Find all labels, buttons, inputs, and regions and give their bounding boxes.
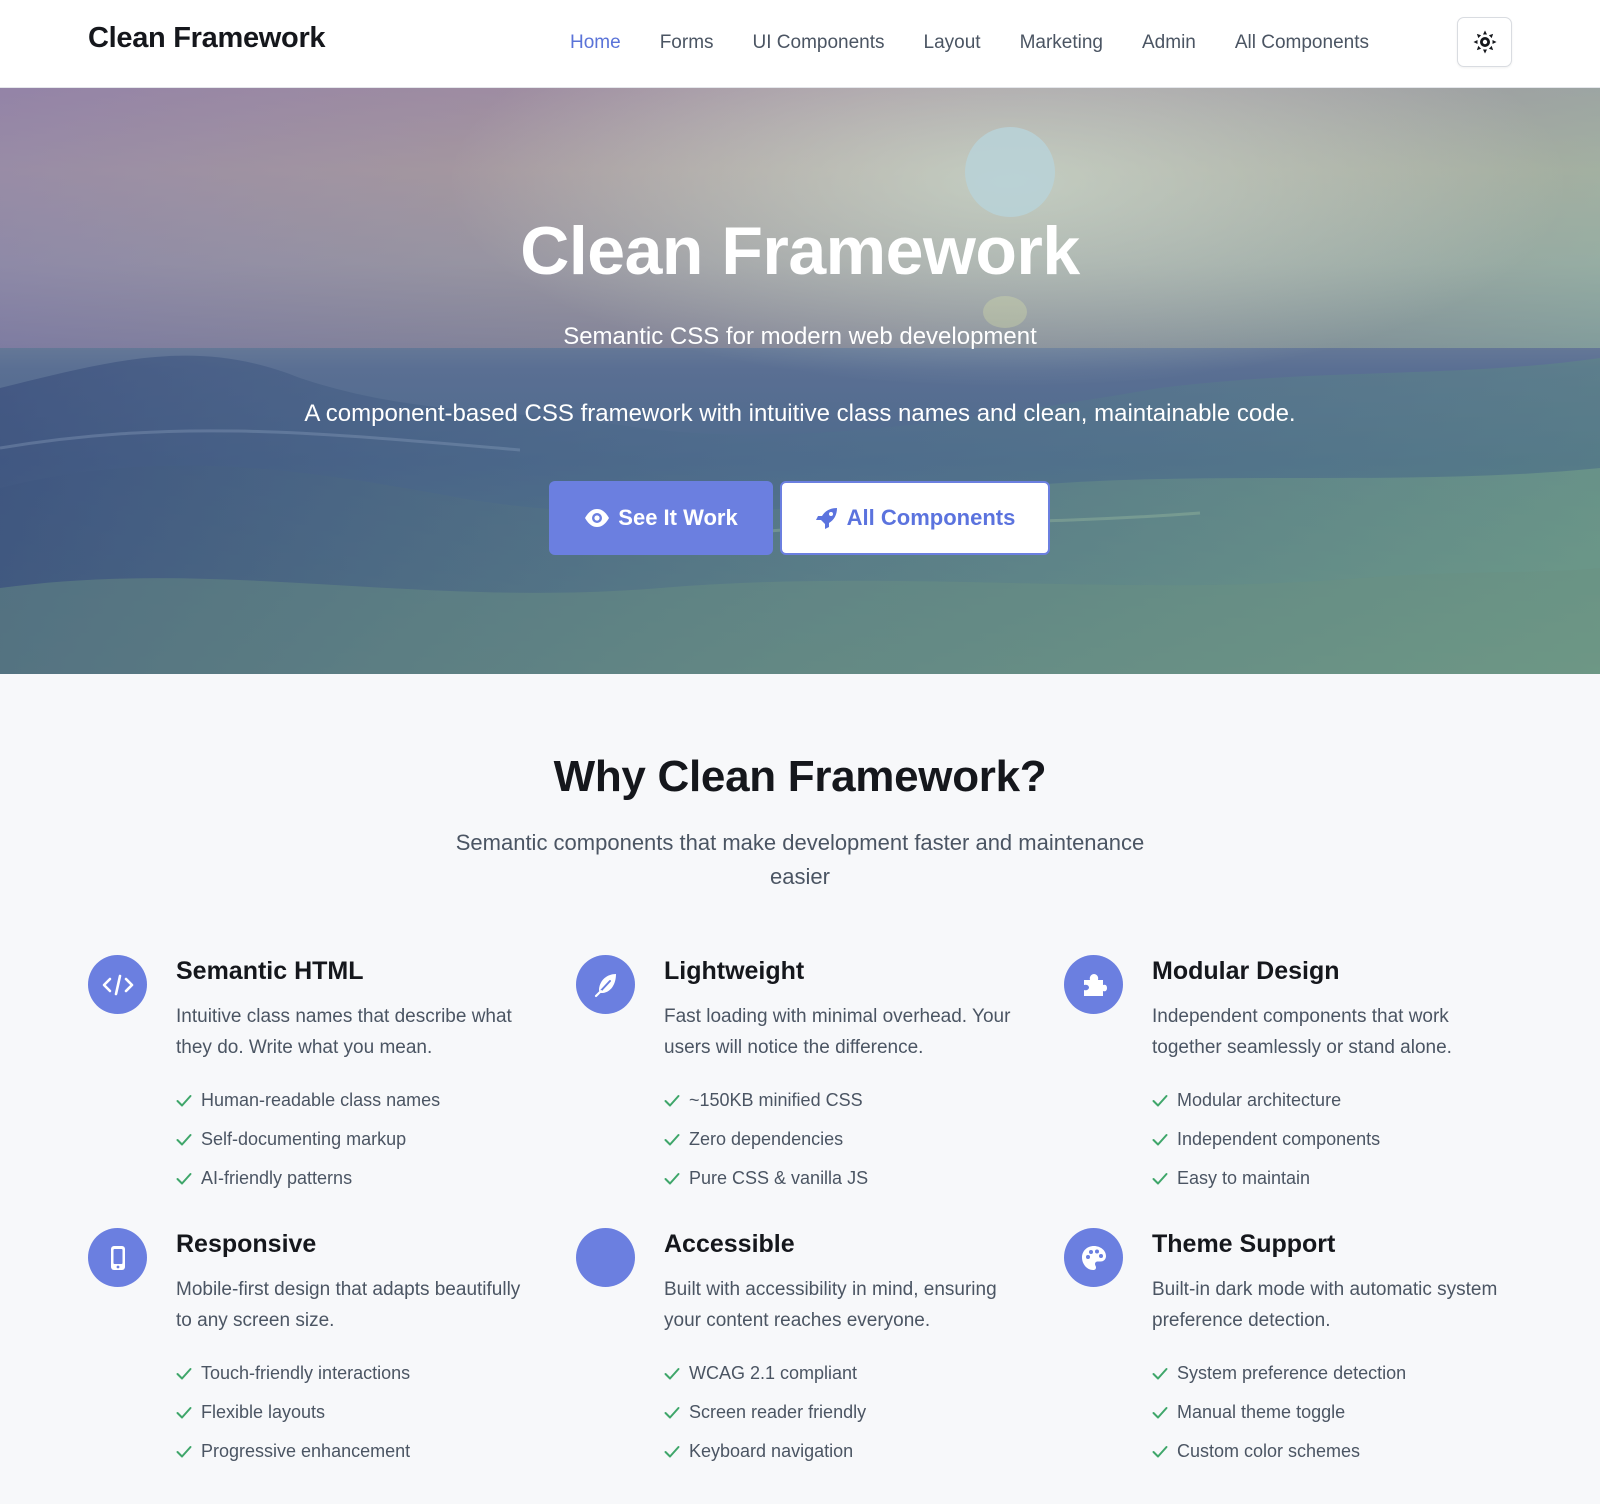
check-icon xyxy=(664,1367,680,1379)
check-icon xyxy=(664,1172,680,1184)
feature-points: System preference detection Manual theme… xyxy=(1152,1354,1406,1471)
feature-point: Touch-friendly interactions xyxy=(176,1354,410,1393)
feature-point: Independent components xyxy=(1152,1120,1380,1159)
hero-background-image xyxy=(0,88,1600,674)
feature-point: Custom color schemes xyxy=(1152,1432,1406,1471)
feature-point: WCAG 2.1 compliant xyxy=(664,1354,866,1393)
feature-point: AI-friendly patterns xyxy=(176,1159,440,1198)
check-icon xyxy=(1152,1172,1168,1184)
feature-point: Screen reader friendly xyxy=(664,1393,866,1432)
check-icon xyxy=(1152,1133,1168,1145)
all-components-label: All Components xyxy=(846,505,1016,530)
feature-point: Keyboard navigation xyxy=(664,1432,866,1471)
feature-points: Modular architecture Independent compone… xyxy=(1152,1081,1380,1198)
feature-title: Lightweight xyxy=(664,957,805,985)
see-it-work-label: See It Work xyxy=(618,505,738,530)
nav-link-ui-components[interactable]: UI Components xyxy=(753,32,885,54)
check-icon xyxy=(1152,1406,1168,1418)
features-title: Why Clean Framework? xyxy=(553,752,1047,801)
feature-title: Responsive xyxy=(176,1230,317,1258)
eye-icon xyxy=(585,509,610,527)
feature-description: Fast loading with minimal overhead. Your… xyxy=(664,1006,1011,1058)
check-icon xyxy=(176,1367,192,1379)
feature-point: System preference detection xyxy=(1152,1354,1406,1393)
feature-point: Self-documenting markup xyxy=(176,1120,440,1159)
accessibility-icon xyxy=(576,1228,635,1287)
nav-link-layout[interactable]: Layout xyxy=(924,32,981,54)
check-icon xyxy=(176,1133,192,1145)
feature-point: Human-readable class names xyxy=(176,1081,440,1120)
hero-subtitle: Semantic CSS for modern web development xyxy=(563,323,1037,350)
sun-icon xyxy=(1473,30,1496,54)
nav-link-admin[interactable]: Admin xyxy=(1142,32,1196,54)
feature-points: Human-readable class names Self-document… xyxy=(176,1081,440,1198)
check-icon xyxy=(664,1133,680,1145)
hero-title: Clean Framework xyxy=(520,213,1080,289)
check-icon xyxy=(176,1094,192,1106)
check-icon xyxy=(176,1406,192,1418)
check-icon xyxy=(664,1445,680,1457)
feature-description: Independent components that work togethe… xyxy=(1152,1006,1452,1058)
check-icon xyxy=(176,1445,192,1457)
feature-point: ~150KB minified CSS xyxy=(664,1081,868,1120)
feature-description: Built-in dark mode with automatic system… xyxy=(1152,1279,1498,1331)
feature-point: Progressive enhancement xyxy=(176,1432,410,1471)
nav-link-home[interactable]: Home xyxy=(570,32,621,54)
feature-description: Intuitive class names that describe what… xyxy=(176,1006,512,1058)
nav-link-forms[interactable]: Forms xyxy=(660,32,714,54)
feature-point: Easy to maintain xyxy=(1152,1159,1380,1198)
all-components-button[interactable]: All Components xyxy=(780,481,1050,555)
puzzle-icon xyxy=(1064,955,1123,1014)
features-lead: Semantic components that make developmen… xyxy=(455,830,1145,889)
check-icon xyxy=(176,1172,192,1184)
feature-title: Theme Support xyxy=(1152,1230,1336,1258)
feature-point: Flexible layouts xyxy=(176,1393,410,1432)
nav-link-marketing[interactable]: Marketing xyxy=(1020,32,1103,54)
feature-point: Modular architecture xyxy=(1152,1081,1380,1120)
navbar: Clean Framework Home Forms UI Components… xyxy=(0,0,1600,88)
feature-description: Built with accessibility in mind, ensuri… xyxy=(664,1279,997,1331)
feather-icon xyxy=(576,955,635,1014)
feature-point: Pure CSS & vanilla JS xyxy=(664,1159,868,1198)
code-icon xyxy=(88,955,147,1014)
feature-point: Manual theme toggle xyxy=(1152,1393,1406,1432)
feature-title: Modular Design xyxy=(1152,957,1340,985)
theme-toggle-button[interactable] xyxy=(1457,17,1512,67)
feature-points: Touch-friendly interactions Flexible lay… xyxy=(176,1354,410,1471)
feature-description: Mobile-first design that adapts beautifu… xyxy=(176,1279,521,1331)
feature-title: Semantic HTML xyxy=(176,957,364,985)
check-icon xyxy=(1152,1367,1168,1379)
check-icon xyxy=(1152,1094,1168,1106)
feature-point: Zero dependencies xyxy=(664,1120,868,1159)
palette-icon xyxy=(1064,1228,1123,1287)
check-icon xyxy=(1152,1445,1168,1457)
mobile-icon xyxy=(88,1228,147,1287)
feature-points: ~150KB minified CSS Zero dependencies Pu… xyxy=(664,1081,868,1198)
nav-link-all-components[interactable]: All Components xyxy=(1235,32,1369,54)
nav-links: Home Forms UI Components Layout Marketin… xyxy=(570,0,1408,86)
feature-title: Accessible xyxy=(664,1230,795,1258)
see-it-work-button[interactable]: See It Work xyxy=(549,481,773,555)
hero-section: Clean Framework Semantic CSS for modern … xyxy=(0,88,1600,674)
hero-description: A component-based CSS framework with int… xyxy=(304,400,1296,427)
check-icon xyxy=(664,1406,680,1418)
feature-points: WCAG 2.1 compliant Screen reader friendl… xyxy=(664,1354,866,1471)
check-icon xyxy=(664,1094,680,1106)
rocket-icon xyxy=(815,508,837,529)
brand-logo[interactable]: Clean Framework xyxy=(88,22,326,55)
